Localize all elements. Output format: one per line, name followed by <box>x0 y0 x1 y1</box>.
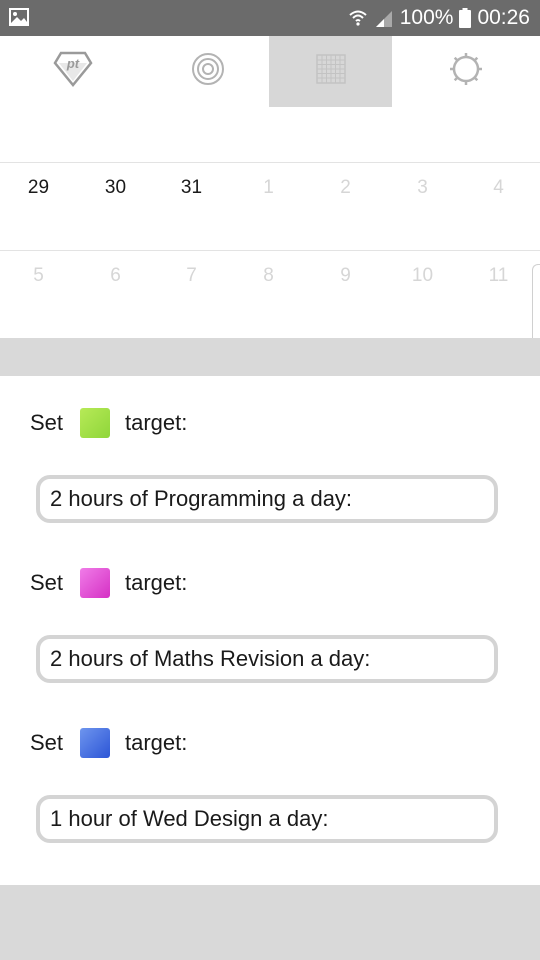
tab-settings[interactable] <box>392 36 540 107</box>
calendar-day[interactable]: 10 <box>384 265 461 287</box>
calendar-day[interactable]: 4 <box>460 177 537 199</box>
calendar-week-row: 29 30 31 1 2 3 4 <box>0 163 540 250</box>
calendar-day[interactable]: 1 <box>230 177 307 199</box>
calendar-day[interactable]: 5 <box>0 265 77 287</box>
target-label: target: <box>125 730 188 755</box>
calendar-day[interactable]: 31 <box>153 177 230 199</box>
tab-calendar[interactable] <box>269 36 392 107</box>
calendar-day[interactable]: 11 <box>460 265 537 287</box>
target-label-row: Set target: <box>30 406 187 440</box>
calendar-day[interactable]: 29 <box>0 177 77 199</box>
calendar-day[interactable]: 9 <box>307 265 384 287</box>
signal-icon <box>374 8 394 28</box>
calendar: 29 30 31 1 2 3 4 5 6 7 8 9 10 11 <box>0 162 540 338</box>
calendar-week-row: 5 6 7 8 9 10 11 <box>0 251 540 338</box>
tab-home[interactable]: pt <box>0 36 146 107</box>
calendar-day[interactable]: 8 <box>230 265 307 287</box>
calendar-day[interactable]: 30 <box>77 177 154 199</box>
section-divider-band <box>0 338 540 376</box>
battery-icon <box>459 8 472 28</box>
target-input-programming[interactable]: 2 hours of Programming a day: <box>36 475 498 523</box>
calendar-grid-icon <box>315 54 346 89</box>
target-input-text: 2 hours of Programming a day: <box>50 486 353 511</box>
calendar-day[interactable]: 2 <box>307 177 384 199</box>
wifi-icon <box>348 8 368 28</box>
target-label-row: Set target: <box>30 726 187 760</box>
calendar-day[interactable]: 3 <box>384 177 461 199</box>
battery-percent: 100% <box>399 6 454 29</box>
calendar-day[interactable]: 6 <box>77 265 154 287</box>
set-label: Set <box>30 730 64 755</box>
bottom-band <box>0 885 540 960</box>
image-notification-icon <box>9 8 29 26</box>
clock: 00:26 <box>477 6 530 29</box>
color-swatch-blue[interactable] <box>80 728 110 758</box>
target-label-row: Set target: <box>30 566 187 600</box>
target-input-maths[interactable]: 2 hours of Maths Revision a day: <box>36 635 498 683</box>
calendar-day[interactable]: 7 <box>153 265 230 287</box>
target-icon <box>191 52 225 91</box>
target-label: target: <box>125 410 188 435</box>
svg-text:pt: pt <box>66 56 80 71</box>
status-bar: 100% 00:26 <box>0 0 540 36</box>
pt-logo-icon: pt <box>53 51 93 92</box>
gear-icon <box>448 51 484 92</box>
color-swatch-magenta[interactable] <box>80 568 110 598</box>
target-input-web-design[interactable]: 1 hour of Wed Design a day: <box>36 795 498 843</box>
target-input-text: 2 hours of Maths Revision a day: <box>50 646 371 671</box>
target-label: target: <box>125 570 188 595</box>
color-swatch-green[interactable] <box>80 408 110 438</box>
set-label: Set <box>30 410 64 435</box>
tab-targets[interactable] <box>146 36 269 107</box>
set-label: Set <box>30 570 64 595</box>
top-nav: pt <box>0 36 540 107</box>
target-input-text: 1 hour of Wed Design a day: <box>50 806 329 831</box>
